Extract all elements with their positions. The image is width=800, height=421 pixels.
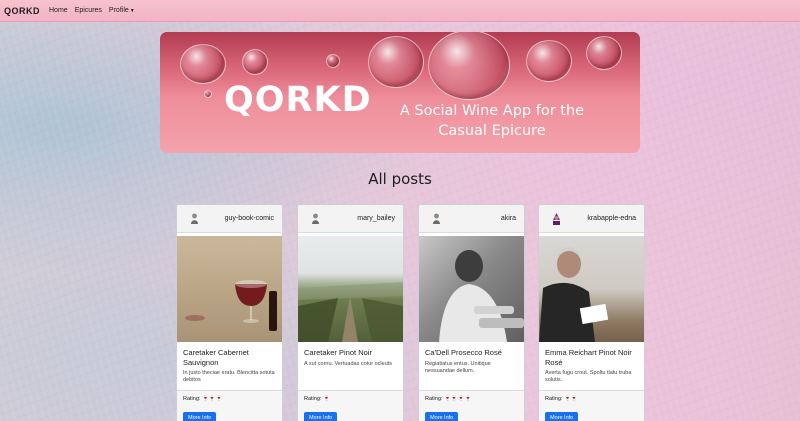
card-header: mary_bailey [298,205,403,233]
post-username[interactable]: krabapple-edna [587,215,636,222]
more-info-button[interactable]: More Info [304,412,338,421]
post-card: guy-book-comic Caretaker Cabernet Sauvig… [176,204,283,421]
more-info-button[interactable]: More Info [183,412,217,421]
post-username[interactable]: mary_bailey [357,215,395,222]
card-footer: Rating: 🍷🍷🍷🍷 More Info [419,390,524,421]
bubble-decoration [326,54,340,68]
wine-glass-icon: 🍷🍷🍷 [201,396,223,402]
post-image [177,236,282,342]
person-icon [431,213,441,225]
post-card: mary_bailey Caretaker Pinot Noir A sut c… [297,204,404,421]
bubble-decoration [428,32,510,100]
post-title: Ca'Dell Prosecco Rosé [425,348,502,357]
nav-link-home[interactable]: Home [49,7,68,14]
nav-dropdown-profile[interactable]: Profile▼ [109,7,135,14]
rating-label: Rating: [425,396,443,402]
nav-link-profile-label: Profile [108,7,129,14]
bubble-decoration [526,40,572,82]
card-body: Ca'Dell Prosecco Rosé Regiatiatus entus.… [419,342,524,390]
card-body: Emma Reichart Pinot Noir Rosé Averta fug… [539,342,644,390]
post-description: In justo theciae eratu. Blencitta sotuta… [183,370,275,383]
hero-banner: QORKD A Social Wine App for the Casual E… [160,32,640,153]
card-body: Caretaker Cabernet Sauvignon In justo th… [177,342,282,390]
card-footer: Rating: 🍷🍷 More Info [539,390,644,421]
navbar: QORKD Home Epicures Profile▼ [0,0,800,22]
rating-label: Rating: [183,396,201,402]
post-description: Averta fugu crout. Spoltu tlatu truba so… [545,370,632,383]
post-title: Caretaker Cabernet Sauvignon [183,348,249,367]
wine-glass-icon: 🍷 [322,396,330,402]
post-card: akira Ca'Dell Prosecco Rosé Regiatiatus … [418,204,525,421]
wine-glass-icon: 🍷🍷 [563,396,578,402]
nav-link-epicures[interactable]: Epicures [75,7,102,14]
post-image [419,236,524,342]
bubble-decoration [204,90,212,98]
post-rating: Rating: 🍷 [304,396,397,402]
card-header: guy-book-comic [177,205,282,233]
rating-label: Rating: [304,396,322,402]
post-title: Emma Reichart Pinot Noir Rosé [545,348,632,367]
bubble-decoration [242,49,268,75]
card-footer: Rating: 🍷🍷🍷 More Info [177,390,282,421]
rating-label: Rating: [545,396,563,402]
post-title: Caretaker Pinot Noir [304,348,372,357]
post-description: Regiatiatus entus. Unitique nessuandae d… [425,360,491,374]
card-body: Caretaker Pinot Noir A sut cornu. Vertua… [298,342,403,390]
post-username[interactable]: guy-book-comic [225,215,274,222]
section-title: All posts [368,170,432,188]
post-card: krabapple-edna Emma Reichart Pinot Noir … [538,204,645,421]
person-icon [551,212,561,225]
bubble-decoration [586,36,622,70]
wine-glass-icon: 🍷🍷🍷🍷 [443,396,472,402]
more-info-button[interactable]: More Info [425,412,459,421]
person-icon [189,213,199,225]
hero-tagline: A Social Wine App for the Casual Epicure [399,103,585,139]
post-image [298,236,403,342]
caret-down-icon: ▼ [129,8,135,14]
post-rating: Rating: 🍷🍷 [545,396,638,402]
post-username[interactable]: akira [501,215,516,222]
person-icon [310,213,320,225]
post-image [539,236,644,342]
card-header: akira [419,205,524,233]
post-rating: Rating: 🍷🍷🍷🍷 [425,396,518,402]
bubble-decoration [368,36,424,88]
bubble-decoration [180,44,226,84]
brand-link[interactable]: QORKD [4,6,40,16]
post-rating: Rating: 🍷🍷🍷 [183,396,276,402]
card-header: krabapple-edna [539,205,644,233]
more-info-button[interactable]: More Info [545,412,579,421]
hero-title: QORKD [224,80,372,120]
post-description: A sut cornu. Vertuadas cotur ocleuts [304,360,393,367]
card-footer: Rating: 🍷 More Info [298,390,403,421]
